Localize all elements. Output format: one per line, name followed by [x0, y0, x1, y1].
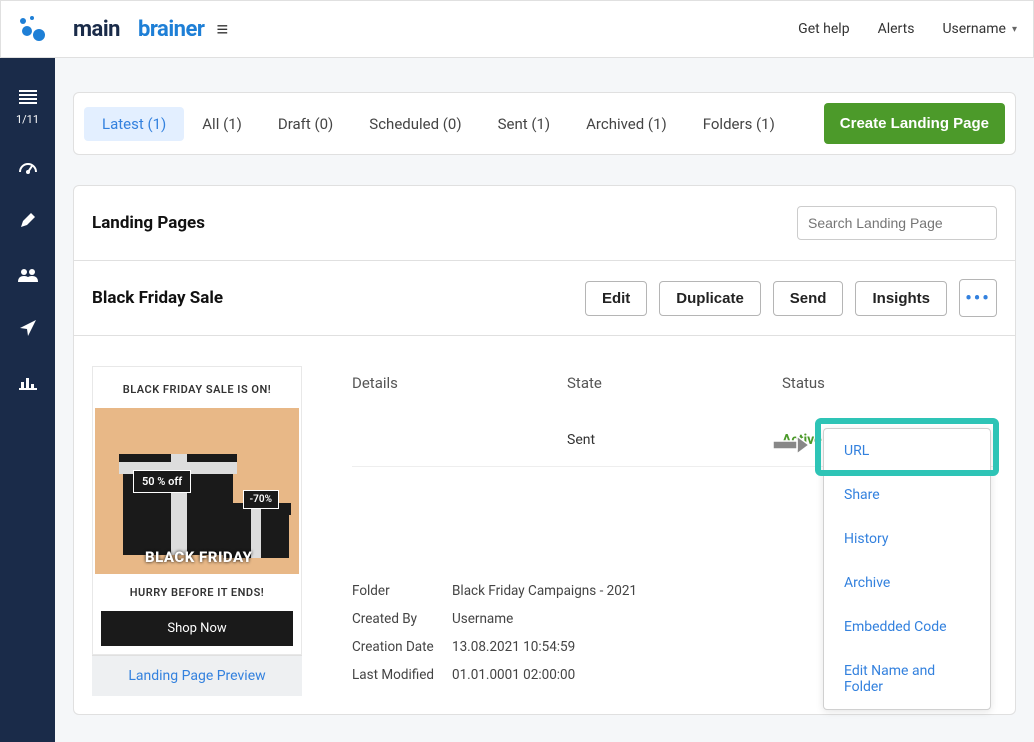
state-label: State: [567, 374, 782, 392]
search-input[interactable]: [797, 206, 997, 240]
more-actions-dropdown: URL Share History Archive Embedded Code …: [823, 428, 991, 710]
sidebar-item-users[interactable]: [17, 266, 39, 287]
logo-icon: [17, 15, 49, 43]
dropdown-item-embedded-code[interactable]: Embedded Code: [824, 605, 990, 649]
tab-archived[interactable]: Archived (1): [568, 107, 685, 141]
pencil-icon: [19, 211, 37, 234]
create-landing-page-button[interactable]: Create Landing Page: [824, 103, 1005, 144]
gauge-icon: [18, 158, 38, 179]
insights-button[interactable]: Insights: [855, 281, 947, 316]
gift-scene: 50 % off -70% BLACK FRIDAY: [95, 408, 299, 574]
tab-folders[interactable]: Folders (1): [685, 107, 793, 141]
chart-icon: [19, 374, 37, 395]
preview-subline: HURRY BEFORE IT ENDS!: [93, 574, 301, 611]
item-title: Black Friday Sale: [92, 288, 223, 308]
menu-icon[interactable]: ≡: [216, 17, 228, 42]
tab-sent[interactable]: Sent (1): [480, 107, 569, 141]
item-header: Black Friday Sale Edit Duplicate Send In…: [74, 261, 1015, 336]
dropdown-item-archive[interactable]: Archive: [824, 561, 990, 605]
tab-scheduled[interactable]: Scheduled (0): [351, 107, 479, 141]
preview-image: 50 % off -70% BLACK FRIDAY: [95, 408, 299, 574]
item-body: BLACK FRIDAY SALE IS ON! 50 % off -70% B…: [74, 336, 1015, 714]
alerts-link[interactable]: Alerts: [878, 21, 915, 37]
tab-draft[interactable]: Draft (0): [260, 107, 351, 141]
item-actions: Edit Duplicate Send Insights •••: [585, 279, 997, 317]
shop-now-button[interactable]: Shop Now: [101, 611, 293, 646]
username-menu[interactable]: Username ▾: [942, 21, 1017, 37]
meta-created-by-value: Username: [452, 611, 513, 627]
duplicate-button[interactable]: Duplicate: [659, 281, 761, 316]
chevron-down-icon: ▾: [1012, 24, 1017, 35]
sidebar-counter: 1/11: [16, 113, 39, 126]
logo-text: mainbrainer: [55, 17, 204, 42]
preview-card: BLACK FRIDAY SALE IS ON! 50 % off -70% B…: [92, 366, 302, 655]
users-icon: [17, 266, 39, 287]
meta-created-by-label: Created By: [352, 611, 452, 627]
tab-latest[interactable]: Latest (1): [84, 107, 184, 141]
discount-tag-70: -70%: [243, 490, 279, 509]
sidebar-item-send[interactable]: [19, 319, 37, 342]
send-button[interactable]: Send: [773, 281, 844, 316]
dropdown-item-history[interactable]: History: [824, 517, 990, 561]
details-label: Details: [352, 374, 567, 392]
panel-title: Landing Pages: [92, 213, 205, 233]
meta-last-modified-label: Last Modified: [352, 667, 452, 683]
black-friday-label: BLACK FRIDAY: [145, 548, 252, 566]
preview-headline: BLACK FRIDAY SALE IS ON!: [93, 367, 301, 408]
arrow-icon: [771, 432, 811, 458]
sidebar: 1/11: [0, 58, 55, 742]
sidebar-item-analytics[interactable]: [19, 374, 37, 395]
tab-all[interactable]: All (1): [184, 107, 260, 141]
username-label: Username: [942, 21, 1006, 37]
tabs-bar: Latest (1) All (1) Draft (0) Scheduled (…: [73, 92, 1016, 155]
state-value: Sent: [567, 432, 782, 448]
meta-folder-label: Folder: [352, 583, 452, 599]
meta-creation-date-value: 13.08.2021 10:54:59: [452, 639, 575, 655]
top-header: mainbrainer ≡ Get help Alerts Username ▾: [0, 0, 1034, 58]
sidebar-item-counter[interactable]: 1/11: [16, 88, 39, 126]
dropdown-item-edit-name-folder[interactable]: Edit Name and Folder: [824, 649, 990, 709]
list-icon: [19, 88, 37, 109]
meta-folder-value: Black Friday Campaigns - 2021: [452, 583, 637, 599]
landing-pages-panel: Landing Pages Black Friday Sale Edit Dup…: [73, 185, 1016, 715]
more-actions-button[interactable]: •••: [959, 279, 997, 317]
dropdown-item-share[interactable]: Share: [824, 473, 990, 517]
discount-tag-50: 50 % off: [133, 470, 191, 493]
landing-page-preview-link[interactable]: Landing Page Preview: [92, 655, 302, 696]
meta-last-modified-value: 01.01.0001 02:00:00: [452, 667, 575, 683]
dropdown-item-url[interactable]: URL: [824, 429, 990, 473]
more-icon: •••: [965, 288, 990, 309]
sidebar-item-dashboard[interactable]: [18, 158, 38, 179]
meta-creation-date-label: Creation Date: [352, 639, 452, 655]
panel-header: Landing Pages: [74, 186, 1015, 261]
get-help-link[interactable]: Get help: [798, 21, 849, 37]
tabs: Latest (1) All (1) Draft (0) Scheduled (…: [84, 107, 793, 141]
status-label: Status: [782, 374, 997, 392]
sidebar-item-edit[interactable]: [19, 211, 37, 234]
arrow-annotation: [771, 432, 811, 462]
main-content: Latest (1) All (1) Draft (0) Scheduled (…: [55, 58, 1034, 742]
logo[interactable]: mainbrainer: [17, 15, 204, 43]
edit-button[interactable]: Edit: [585, 281, 647, 316]
preview-column: BLACK FRIDAY SALE IS ON! 50 % off -70% B…: [92, 366, 302, 696]
paper-plane-icon: [19, 319, 37, 342]
